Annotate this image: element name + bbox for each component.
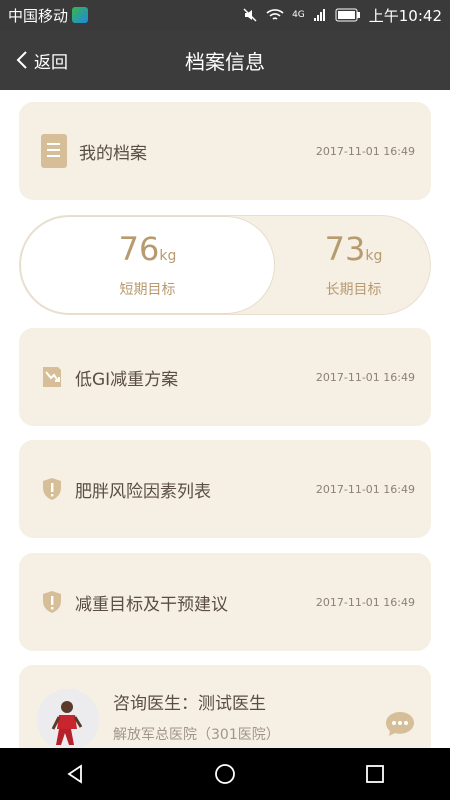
battery-icon [335, 8, 360, 22]
list-item[interactable]: 肥胖风险因素列表 2017-11-01 16:49 [19, 440, 431, 538]
chevron-left-icon [16, 51, 27, 69]
back-button[interactable]: 返回 [16, 30, 68, 90]
long-goal-caption: 长期目标 [325, 281, 382, 298]
shield-alert-icon [43, 478, 61, 500]
home-circle-icon[interactable] [214, 763, 236, 785]
short-goal-caption: 短期目标 [119, 281, 176, 298]
goals-panel: 76kg 短期目标 73kg 长期目标 [19, 215, 431, 315]
back-triangle-icon[interactable] [64, 763, 86, 785]
back-label: 返回 [34, 52, 68, 73]
profile-date: 2017-11-01 16:49 [315, 144, 415, 158]
list-item[interactable]: 减重目标及干预建议 2017-11-01 16:49 [19, 553, 431, 651]
list-item-date: 2017-11-01 16:49 [315, 595, 415, 609]
list-item-date: 2017-11-01 16:49 [315, 482, 415, 496]
doctor-hospital: 解放军总医院（301医院） [113, 727, 280, 743]
list-item-label: 低GI减重方案 [75, 369, 179, 390]
doctor-avatar [37, 689, 99, 748]
network-type: 4G [292, 10, 305, 20]
long-goal-unit: kg [365, 247, 383, 264]
doctor-name: 咨询医生：测试医生 [113, 694, 266, 714]
app-store-icon [72, 7, 89, 23]
short-goal-value: 76 [118, 229, 160, 268]
long-goal-value: 73 [324, 229, 366, 268]
app-header: 返回 档案信息 [0, 30, 450, 90]
content-area: 我的档案 2017-11-01 16:49 76kg 短期目标 73kg 长期目… [0, 90, 450, 748]
chat-bubble-icon[interactable] [385, 711, 415, 737]
list-item[interactable]: 低GI减重方案 2017-11-01 16:49 [19, 328, 431, 426]
carrier-label: 中国移动 [8, 6, 69, 25]
status-bar: 中国移动 4G 上午10:42 [0, 0, 450, 30]
short-goal-unit: kg [159, 247, 177, 264]
list-item-label: 减重目标及干预建议 [75, 594, 228, 615]
shield-alert-icon [43, 591, 61, 613]
profile-card[interactable]: 我的档案 2017-11-01 16:49 [19, 102, 431, 200]
doctor-card[interactable]: 咨询医生：测试医生 解放军总医院（301医院） [19, 665, 431, 748]
list-item-label: 肥胖风险因素列表 [75, 481, 211, 502]
recents-square-icon[interactable] [364, 763, 386, 785]
profile-label: 我的档案 [79, 143, 147, 164]
signal-icon [313, 9, 325, 21]
clock: 上午10:42 [368, 6, 442, 25]
system-nav-bar [0, 748, 450, 800]
short-term-goal[interactable]: 76kg 短期目标 [20, 216, 275, 314]
wifi-icon [266, 9, 284, 20]
trend-down-icon [43, 367, 61, 387]
list-item-date: 2017-11-01 16:49 [315, 370, 415, 384]
long-term-goal[interactable]: 73kg 长期目标 [275, 216, 432, 314]
mute-icon [243, 8, 257, 22]
document-icon [41, 134, 67, 168]
